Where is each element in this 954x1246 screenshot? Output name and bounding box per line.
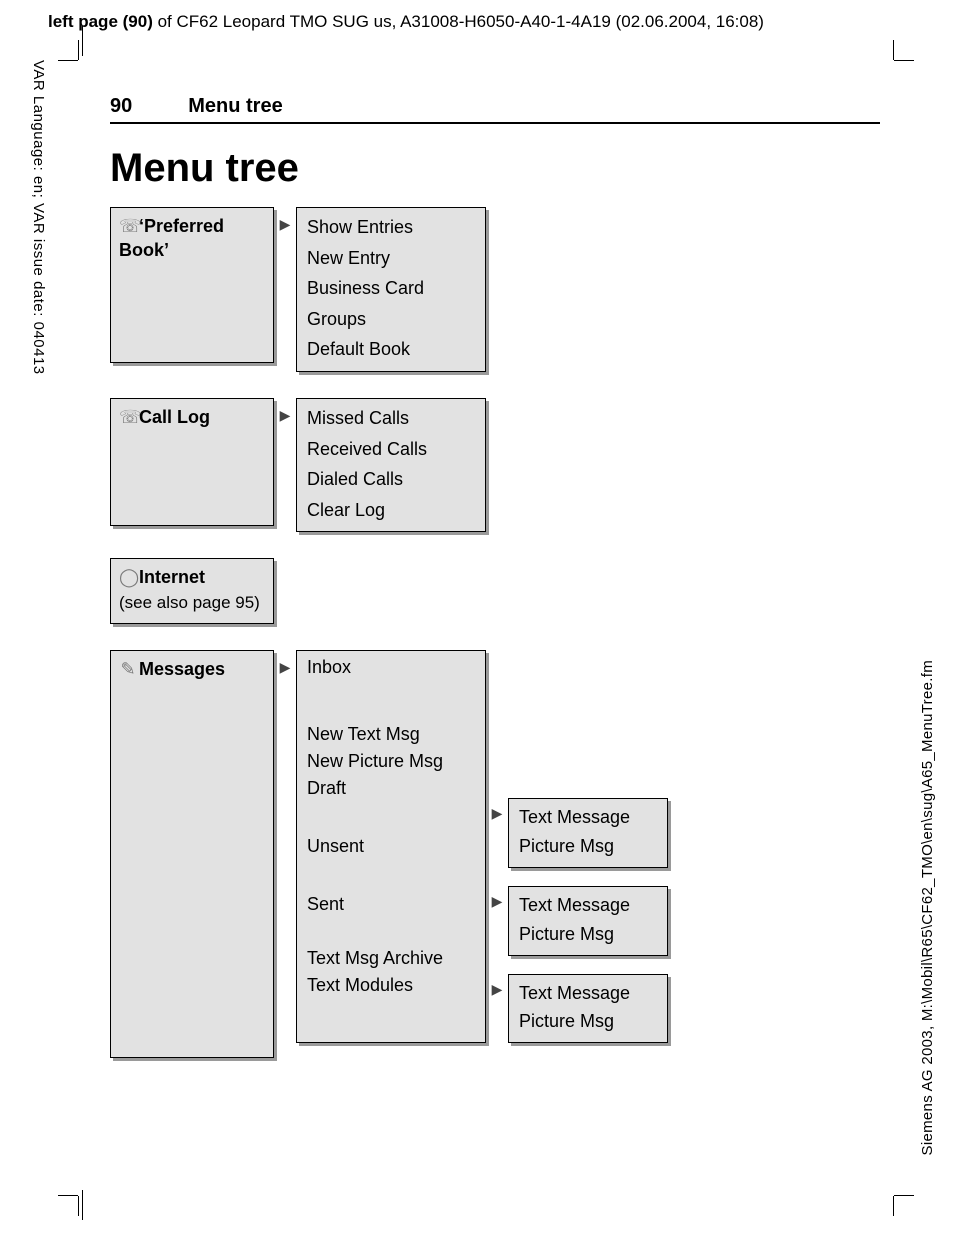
nested-submenu-draft: Text Message Picture Msg [508, 798, 668, 868]
submenu-call-log: Missed Calls Received Calls Dialed Calls… [296, 398, 486, 532]
nested-item: Picture Msg [519, 832, 657, 861]
crop-mark [78, 60, 102, 84]
submenu-item: New Picture Msg [307, 751, 475, 772]
menu-row-internet: ◯Internet (see also page 95) [110, 558, 880, 624]
menu-group-internet: ◯Internet (see also page 95) [110, 558, 274, 624]
messages-icon: ✎ [119, 657, 137, 681]
arrow-right-icon [274, 207, 296, 234]
submenu-item: Sent [307, 894, 475, 942]
menu-label: Messages [139, 659, 225, 679]
submenu-item: Dialed Calls [307, 464, 475, 495]
menu-label: Internet [139, 567, 205, 587]
nested-submenu-sent: Text Message Picture Msg [508, 974, 668, 1044]
menu-row-preferred-book: ☏‘Preferred Book’ Show Entries New Entry… [110, 207, 880, 372]
running-header: 90 Menu tree [110, 95, 880, 124]
submenu-item: Groups [307, 304, 475, 335]
globe-icon: ◯ [119, 565, 137, 589]
nested-item: Text Message [519, 979, 657, 1008]
submenu-item: Text Msg Archive [307, 948, 475, 969]
submenu-item: Missed Calls [307, 403, 475, 434]
nested-item: Text Message [519, 803, 657, 832]
submenu-item: Show Entries [307, 212, 475, 243]
submenu-item: Business Card [307, 273, 475, 304]
arrow-right-icon [486, 974, 508, 999]
phonebook-icon: ☏ [119, 214, 137, 238]
menu-tree: ☏‘Preferred Book’ Show Entries New Entry… [110, 207, 880, 1058]
nested-submenu-unsent: Text Message Picture Msg [508, 886, 668, 956]
menu-row-messages: ✎Messages Inbox New Text Msg New Picture… [110, 650, 880, 1058]
nested-row-unsent: Text Message Picture Msg [486, 886, 668, 956]
page-number: 90 [110, 95, 132, 118]
top-meta-bold: left page (90) [48, 12, 153, 31]
nested-item: Picture Msg [519, 1007, 657, 1036]
arrow-right-icon [274, 398, 296, 425]
call-log-icon: ☏ [119, 405, 137, 429]
nested-row-draft: Text Message Picture Msg [486, 798, 668, 868]
submenu-item: New Entry [307, 243, 475, 274]
arrow-right-icon [486, 798, 508, 823]
submenu-item: Default Book [307, 334, 475, 365]
side-text-right: Siemens AG 2003, M:\Mobil\R65\CF62_TMO\e… [919, 660, 936, 1155]
arrow-right-icon [486, 886, 508, 911]
nested-row-sent: Text Message Picture Msg [486, 974, 668, 1044]
submenu-item: New Text Msg [307, 724, 475, 745]
menu-group-preferred-book: ☏‘Preferred Book’ [110, 207, 274, 363]
menu-group-call-log: ☏Call Log [110, 398, 274, 526]
submenu-item: Unsent [307, 836, 475, 894]
arrow-right-icon [274, 650, 296, 677]
submenu-item: Inbox [307, 657, 475, 678]
submenu-item: Text Modules [307, 975, 475, 996]
submenu-item: Received Calls [307, 434, 475, 465]
page-title: Menu tree [110, 146, 880, 191]
side-text-left: VAR Language: en; VAR issue date: 040413 [30, 60, 47, 375]
top-meta-rest: of CF62 Leopard TMO SUG us, A31008-H6050… [153, 12, 764, 31]
menu-row-call-log: ☏Call Log Missed Calls Received Calls Di… [110, 398, 880, 532]
section-title: Menu tree [188, 95, 282, 118]
crop-mark [870, 60, 894, 84]
menu-group-messages: ✎Messages [110, 650, 274, 1058]
nested-item: Picture Msg [519, 920, 657, 949]
submenu-messages-nested: Text Message Picture Msg Text Message Pi… [486, 650, 668, 1043]
register-tick [82, 26, 83, 56]
menu-label: Call Log [139, 407, 210, 427]
crop-mark [870, 1172, 894, 1196]
register-tick [82, 1190, 83, 1220]
nested-item: Text Message [519, 891, 657, 920]
submenu-preferred-book: Show Entries New Entry Business Card Gro… [296, 207, 486, 372]
submenu-item: Clear Log [307, 495, 475, 526]
page-content: 90 Menu tree Menu tree ☏‘Preferred Book’… [110, 95, 880, 1084]
submenu-item: Draft [307, 778, 475, 836]
top-metadata: left page (90) of CF62 Leopard TMO SUG u… [48, 12, 764, 32]
submenu-messages: Inbox New Text Msg New Picture Msg Draft… [296, 650, 486, 1043]
menu-subtext: (see also page 95) [119, 593, 260, 612]
